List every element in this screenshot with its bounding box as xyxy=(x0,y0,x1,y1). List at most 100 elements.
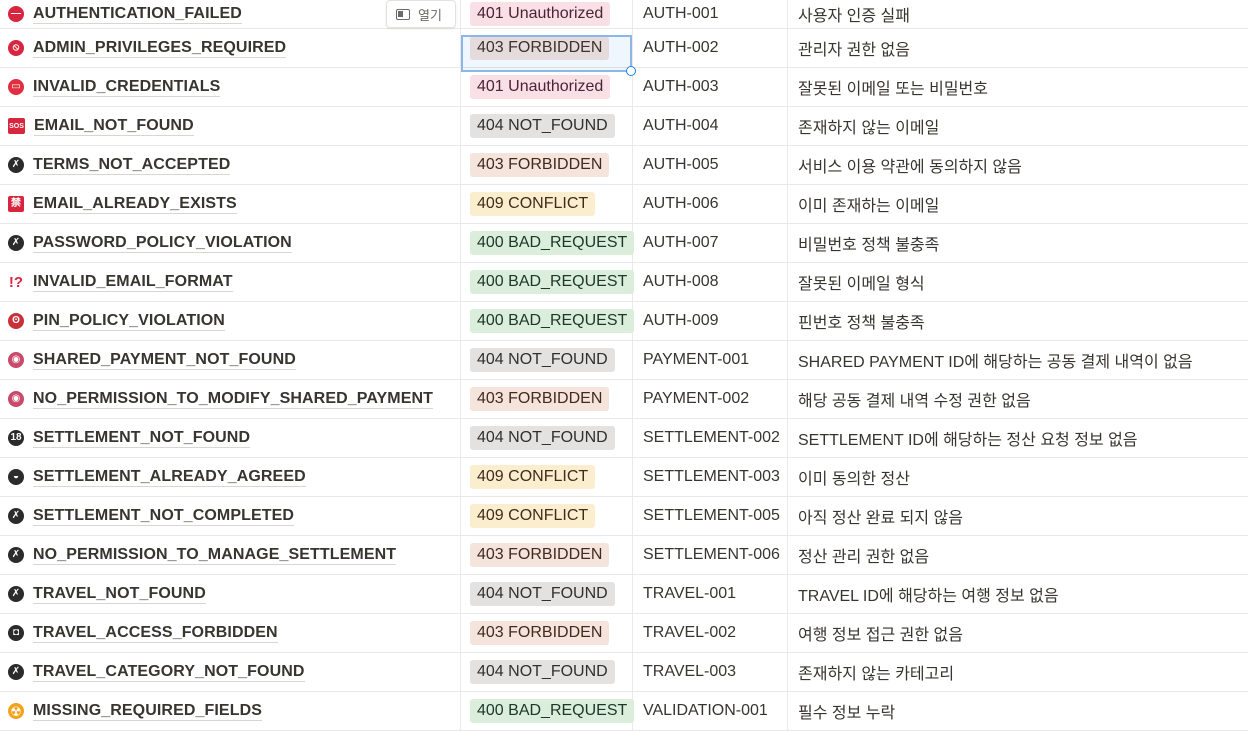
code-cell[interactable]: SETTLEMENT-005 xyxy=(633,497,788,535)
table-row[interactable]: ◉ SHARED_PAYMENT_NOT_FOUND 404 NOT_FOUND… xyxy=(0,341,1248,380)
code-cell[interactable]: AUTH-005 xyxy=(633,146,788,184)
code-cell[interactable]: PAYMENT-001 xyxy=(633,341,788,379)
code-cell[interactable]: AUTH-007 xyxy=(633,224,788,262)
status-cell[interactable]: 404 NOT_FOUND xyxy=(461,419,633,457)
status-cell[interactable]: 404 NOT_FOUND xyxy=(461,575,633,613)
description-cell[interactable]: 정산 관리 권한 없음 xyxy=(788,536,1248,574)
name-cell[interactable]: ✗ NO_PERMISSION_TO_MANAGE_SETTLEMENT xyxy=(0,536,461,574)
name-cell[interactable]: ✗ TERMS_NOT_ACCEPTED xyxy=(0,146,461,184)
code-cell[interactable]: AUTH-002 xyxy=(633,29,788,67)
table-row[interactable]: ☢ MISSING_REQUIRED_FIELDS 400 BAD_REQUES… xyxy=(0,692,1248,731)
description-cell[interactable]: 관리자 권한 없음 xyxy=(788,29,1248,67)
error-name[interactable]: PASSWORD_POLICY_VIOLATION xyxy=(33,234,292,253)
error-name[interactable]: NO_PERMISSION_TO_MANAGE_SETTLEMENT xyxy=(33,546,397,565)
status-cell[interactable]: 401 Unauthorized xyxy=(461,0,633,28)
error-name[interactable]: INVALID_EMAIL_FORMAT xyxy=(33,273,233,292)
status-cell[interactable]: 404 NOT_FOUND xyxy=(461,107,633,145)
code-cell[interactable]: AUTH-004 xyxy=(633,107,788,145)
error-name[interactable]: TRAVEL_NOT_FOUND xyxy=(33,585,206,604)
description-cell[interactable]: 존재하지 않는 이메일 xyxy=(788,107,1248,145)
table-row[interactable]: 禁 EMAIL_ALREADY_EXISTS 409 CONFLICT AUTH… xyxy=(0,185,1248,224)
status-cell[interactable]: 403 FORBIDDEN xyxy=(461,380,633,418)
name-cell[interactable]: ◒ SETTLEMENT_ALREADY_AGREED xyxy=(0,458,461,496)
status-cell[interactable]: 409 CONFLICT xyxy=(461,458,633,496)
code-cell[interactable]: SETTLEMENT-002 xyxy=(633,419,788,457)
code-cell[interactable]: AUTH-008 xyxy=(633,263,788,301)
status-cell[interactable]: 403 FORBIDDEN xyxy=(461,146,633,184)
code-cell[interactable]: SETTLEMENT-003 xyxy=(633,458,788,496)
description-cell[interactable]: SETTLEMENT ID에 해당하는 정산 요청 정보 없음 xyxy=(788,419,1248,457)
description-cell[interactable]: 이미 동의한 정산 xyxy=(788,458,1248,496)
code-cell[interactable]: AUTH-006 xyxy=(633,185,788,223)
table-row[interactable]: ⦸ ADMIN_PRIVILEGES_REQUIRED 403 FORBIDDE… xyxy=(0,29,1248,68)
status-cell[interactable]: 400 BAD_REQUEST xyxy=(461,224,635,262)
code-cell[interactable]: TRAVEL-002 xyxy=(633,614,788,652)
name-cell[interactable]: ⦸ ADMIN_PRIVILEGES_REQUIRED xyxy=(0,29,461,67)
name-cell[interactable]: SOS EMAIL_NOT_FOUND xyxy=(0,107,461,145)
table-row[interactable]: ◉ NO_PERMISSION_TO_MODIFY_SHARED_PAYMENT… xyxy=(0,380,1248,419)
error-name[interactable]: NO_PERMISSION_TO_MODIFY_SHARED_PAYMENT xyxy=(33,390,434,409)
name-cell[interactable]: ☢ MISSING_REQUIRED_FIELDS xyxy=(0,692,461,730)
status-cell[interactable]: 409 CONFLICT xyxy=(461,497,633,535)
table-row[interactable]: ✗ TRAVEL_NOT_FOUND 404 NOT_FOUND TRAVEL-… xyxy=(0,575,1248,614)
name-cell[interactable]: ◘ TRAVEL_ACCESS_FORBIDDEN xyxy=(0,614,461,652)
status-cell[interactable]: 409 CONFLICT xyxy=(461,185,633,223)
name-cell[interactable]: ▭ INVALID_CREDENTIALS xyxy=(0,68,461,106)
description-cell[interactable]: 서비스 이용 약관에 동의하지 않음 xyxy=(788,146,1248,184)
description-cell[interactable]: 필수 정보 누락 xyxy=(788,692,1248,730)
name-cell[interactable]: ✗ TRAVEL_CATEGORY_NOT_FOUND xyxy=(0,653,461,691)
error-name[interactable]: INVALID_CREDENTIALS xyxy=(33,78,221,97)
name-cell[interactable]: 禁 EMAIL_ALREADY_EXISTS xyxy=(0,185,461,223)
code-cell[interactable]: PAYMENT-002 xyxy=(633,380,788,418)
description-cell[interactable]: 여행 정보 접근 권한 없음 xyxy=(788,614,1248,652)
table-row[interactable]: ✗ SETTLEMENT_NOT_COMPLETED 409 CONFLICT … xyxy=(0,497,1248,536)
error-name[interactable]: SETTLEMENT_NOT_COMPLETED xyxy=(33,507,295,526)
code-cell[interactable]: SETTLEMENT-006 xyxy=(633,536,788,574)
table-row[interactable]: ʘ PIN_POLICY_VIOLATION 400 BAD_REQUEST A… xyxy=(0,302,1248,341)
open-page-button[interactable]: 열기 xyxy=(386,0,456,28)
name-cell[interactable]: !? INVALID_EMAIL_FORMAT xyxy=(0,263,461,301)
status-cell[interactable]: 400 BAD_REQUEST xyxy=(461,302,635,340)
description-cell[interactable]: 비밀번호 정책 불충족 xyxy=(788,224,1248,262)
description-cell[interactable]: 사용자 인증 실패 xyxy=(788,0,1248,28)
error-name[interactable]: ADMIN_PRIVILEGES_REQUIRED xyxy=(33,39,287,58)
code-cell[interactable]: AUTH-003 xyxy=(633,68,788,106)
status-cell[interactable]: 403 FORBIDDEN xyxy=(461,614,633,652)
name-cell[interactable]: ✗ PASSWORD_POLICY_VIOLATION xyxy=(0,224,461,262)
description-cell[interactable]: 해당 공동 결제 내역 수정 권한 없음 xyxy=(788,380,1248,418)
status-cell[interactable]: 404 NOT_FOUND xyxy=(461,653,633,691)
table-row[interactable]: ◒ SETTLEMENT_ALREADY_AGREED 409 CONFLICT… xyxy=(0,458,1248,497)
error-name[interactable]: EMAIL_NOT_FOUND xyxy=(34,117,194,136)
table-row[interactable]: — AUTHENTICATION_FAILED 401 Unauthorized… xyxy=(0,0,1248,29)
status-cell[interactable]: 400 BAD_REQUEST xyxy=(461,692,635,730)
error-name[interactable]: SETTLEMENT_ALREADY_AGREED xyxy=(33,468,306,487)
code-cell[interactable]: AUTH-001 xyxy=(633,0,788,28)
error-name[interactable]: TERMS_NOT_ACCEPTED xyxy=(33,156,231,175)
description-cell[interactable]: 잘못된 이메일 또는 비밀번호 xyxy=(788,68,1248,106)
status-cell[interactable]: 404 NOT_FOUND xyxy=(461,341,633,379)
error-name[interactable]: AUTHENTICATION_FAILED xyxy=(33,5,242,24)
code-cell[interactable]: TRAVEL-003 xyxy=(633,653,788,691)
status-cell[interactable]: 403 FORBIDDEN xyxy=(461,29,633,67)
description-cell[interactable]: SHARED PAYMENT ID에 해당하는 공동 결제 내역이 없음 xyxy=(788,341,1248,379)
name-cell[interactable]: ◉ NO_PERMISSION_TO_MODIFY_SHARED_PAYMENT xyxy=(0,380,461,418)
error-name[interactable]: SETTLEMENT_NOT_FOUND xyxy=(33,429,251,448)
status-cell[interactable]: 403 FORBIDDEN xyxy=(461,536,633,574)
table-row[interactable]: ✗ PASSWORD_POLICY_VIOLATION 400 BAD_REQU… xyxy=(0,224,1248,263)
description-cell[interactable]: TRAVEL ID에 해당하는 여행 정보 없음 xyxy=(788,575,1248,613)
table-row[interactable]: 18 SETTLEMENT_NOT_FOUND 404 NOT_FOUND SE… xyxy=(0,419,1248,458)
description-cell[interactable]: 존재하지 않는 카테고리 xyxy=(788,653,1248,691)
code-cell[interactable]: AUTH-009 xyxy=(633,302,788,340)
error-name[interactable]: EMAIL_ALREADY_EXISTS xyxy=(33,195,237,214)
code-cell[interactable]: TRAVEL-001 xyxy=(633,575,788,613)
table-row[interactable]: ✗ NO_PERMISSION_TO_MANAGE_SETTLEMENT 403… xyxy=(0,536,1248,575)
error-name[interactable]: SHARED_PAYMENT_NOT_FOUND xyxy=(33,351,296,370)
code-cell[interactable]: VALIDATION-001 xyxy=(633,692,788,730)
table-row[interactable]: ◘ TRAVEL_ACCESS_FORBIDDEN 403 FORBIDDEN … xyxy=(0,614,1248,653)
description-cell[interactable]: 아직 정산 완료 되지 않음 xyxy=(788,497,1248,535)
name-cell[interactable]: ◉ SHARED_PAYMENT_NOT_FOUND xyxy=(0,341,461,379)
table-row[interactable]: ▭ INVALID_CREDENTIALS 401 Unauthorized A… xyxy=(0,68,1248,107)
status-cell[interactable]: 400 BAD_REQUEST xyxy=(461,263,635,301)
description-cell[interactable]: 잘못된 이메일 형식 xyxy=(788,263,1248,301)
description-cell[interactable]: 핀번호 정책 불충족 xyxy=(788,302,1248,340)
